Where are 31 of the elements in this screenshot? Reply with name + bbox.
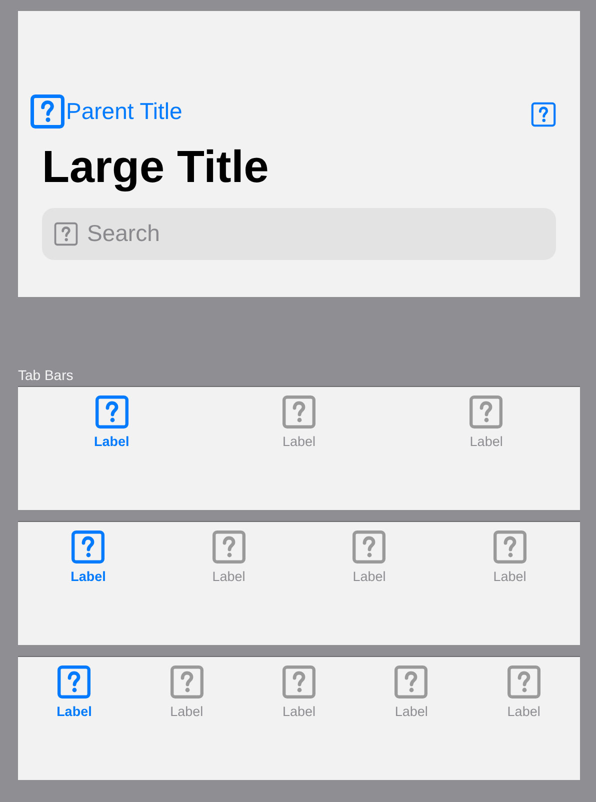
tab-icon [282, 395, 316, 429]
tab-icon [170, 665, 204, 699]
tab-icon [94, 395, 129, 429]
tab[interactable]: Label [18, 657, 130, 780]
tab[interactable]: Label [392, 387, 580, 510]
section-label: Tab Bars [18, 367, 74, 385]
tab[interactable]: Label [355, 657, 468, 780]
tab[interactable]: Label [130, 657, 243, 780]
toolbar-icon[interactable] [531, 102, 556, 126]
large-title: Large Title [42, 142, 270, 192]
tab-icon [352, 530, 386, 564]
tab-icon [71, 530, 106, 564]
tab-icon [282, 665, 316, 699]
tab-icon [469, 395, 504, 429]
search-icon [54, 222, 78, 246]
tab-icon [212, 530, 246, 564]
tab[interactable]: Label [440, 522, 580, 645]
tab[interactable]: Label [242, 657, 356, 780]
tab[interactable]: Label [158, 522, 299, 645]
back-icon [30, 94, 65, 128]
tab-icon [394, 665, 428, 699]
tab-icon [492, 530, 527, 564]
tab[interactable]: Label [205, 387, 393, 510]
back-button[interactable]: Parent Title [30, 94, 182, 128]
tab[interactable]: Label [18, 522, 158, 645]
tab[interactable]: Label [299, 522, 440, 645]
tab[interactable]: Label [18, 387, 206, 510]
tab-icon [506, 665, 541, 699]
tab-icon [57, 665, 92, 699]
search-field[interactable]: Search [42, 208, 556, 260]
tab[interactable]: Label [468, 657, 580, 780]
